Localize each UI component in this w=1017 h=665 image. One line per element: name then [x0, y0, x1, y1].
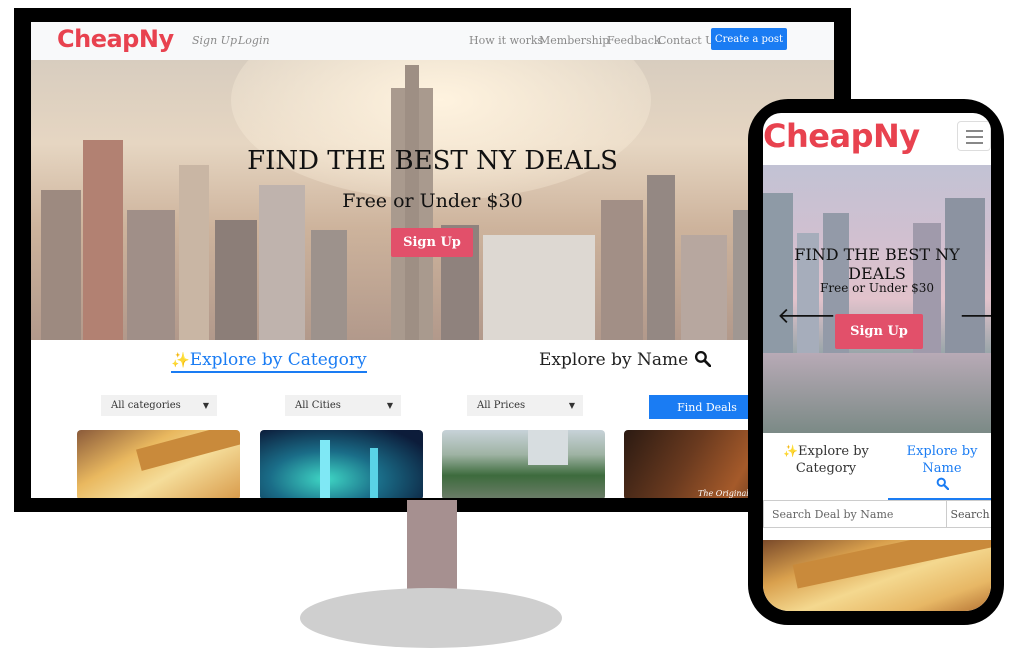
chevron-down-icon: ▼ [202, 401, 209, 410]
nav-membership-link[interactable]: Membership [539, 34, 609, 47]
arrow-left-icon[interactable]: 🡐 [777, 303, 836, 329]
price-select[interactable]: All Prices ▼ [467, 395, 583, 416]
city-select-value: All Cities [295, 400, 341, 411]
mobile-screen: CheapNy FIND THE BEST NY DEALS Free or U… [763, 113, 991, 611]
nav-login-link[interactable]: Login [238, 34, 270, 47]
nav-signup-link[interactable]: Sign Up [192, 34, 237, 47]
desktop-navbar: CheapNy Sign Up Login How it works Membe… [31, 22, 834, 60]
hero-title: FIND THE BEST NY DEALS [247, 146, 618, 176]
mobile-phone: CheapNy FIND THE BEST NY DEALS Free or U… [748, 99, 1004, 625]
search-icon [694, 350, 711, 368]
building-shape [215, 220, 257, 340]
desktop-screen: CheapNy Sign Up Login How it works Membe… [31, 22, 834, 498]
mobile-hero-title: FIND THE BEST NY DEALS [794, 245, 960, 283]
create-post-button[interactable]: Create a post [711, 28, 787, 50]
tab-explore-category-label: Explore by Category [189, 350, 367, 370]
building-shape [127, 210, 175, 340]
mobile-tab-explore-category[interactable]: ✨Explore by Category [781, 443, 871, 477]
water-reflection [763, 353, 991, 433]
brand-logo[interactable]: CheapNy [57, 25, 174, 53]
hero-subtitle: Free or Under $30 [342, 190, 523, 212]
sky-glow [231, 60, 651, 200]
category-select-value: All categories [111, 400, 181, 411]
arrow-right-icon[interactable]: 🡒 [959, 303, 991, 329]
mobile-hero-signup-button[interactable]: Sign Up [835, 314, 923, 349]
search-button[interactable]: Search [946, 500, 991, 528]
monitor-stand-base [300, 588, 562, 648]
sparkle-icon: ✨ [783, 444, 799, 458]
building-shape [601, 200, 643, 340]
chevron-down-icon: ▼ [386, 401, 393, 410]
hero-banner: FIND THE BEST NY DEALS Free or Under $30… [31, 60, 834, 340]
sparkle-icon: ✨ [171, 351, 190, 369]
monitor-stand-neck [407, 500, 457, 592]
price-select-value: All Prices [477, 400, 526, 411]
mobile-hero-carousel: FIND THE BEST NY DEALS Free or Under $30… [763, 165, 991, 433]
deal-card-pizza[interactable] [77, 430, 240, 498]
hamburger-menu-icon[interactable] [957, 121, 991, 151]
deal-card-park[interactable] [442, 430, 605, 498]
hero-signup-button[interactable]: Sign Up [391, 228, 473, 257]
mobile-tab-category-line2: Category [795, 461, 857, 476]
category-select[interactable]: All categories ▼ [101, 395, 217, 416]
mobile-tab-category-line1: Explore by [798, 444, 869, 459]
building-shape [681, 235, 727, 340]
mobile-tab-explore-name[interactable]: Explore by Name [888, 443, 991, 500]
desktop-monitor: CheapNy Sign Up Login How it works Membe… [14, 8, 851, 512]
search-icon [936, 477, 949, 491]
mobile-tab-name-label: Explore by Name [906, 444, 978, 476]
nav-feedback-link[interactable]: Feedback [607, 34, 661, 47]
nav-how-it-works-link[interactable]: How it works [469, 34, 543, 47]
mobile-deal-card-pizza[interactable] [763, 540, 991, 611]
building-shape [41, 190, 81, 340]
chevron-down-icon: ▼ [568, 401, 575, 410]
light-pillar-shape [320, 440, 330, 498]
search-deal-input[interactable]: Search Deal by Name [763, 500, 947, 528]
restaurant-card-caption: The Original [698, 489, 749, 498]
building-shape [311, 230, 347, 340]
light-pillar-shape [370, 448, 378, 498]
mobile-brand-logo[interactable]: CheapNy [763, 117, 920, 155]
building-shape [483, 235, 595, 340]
tab-explore-category[interactable]: ✨Explore by Category [171, 350, 367, 373]
tab-explore-name[interactable]: Explore by Name [539, 350, 711, 370]
pizza-crust-shape [136, 430, 240, 471]
tab-explore-name-label: Explore by Name [539, 350, 689, 370]
deal-card-light-installation[interactable] [260, 430, 423, 498]
city-select[interactable]: All Cities ▼ [285, 395, 401, 416]
pizza-crust-shape [792, 540, 991, 589]
mobile-hero-subtitle: Free or Under $30 [820, 281, 934, 295]
park-building-shape [528, 430, 568, 465]
